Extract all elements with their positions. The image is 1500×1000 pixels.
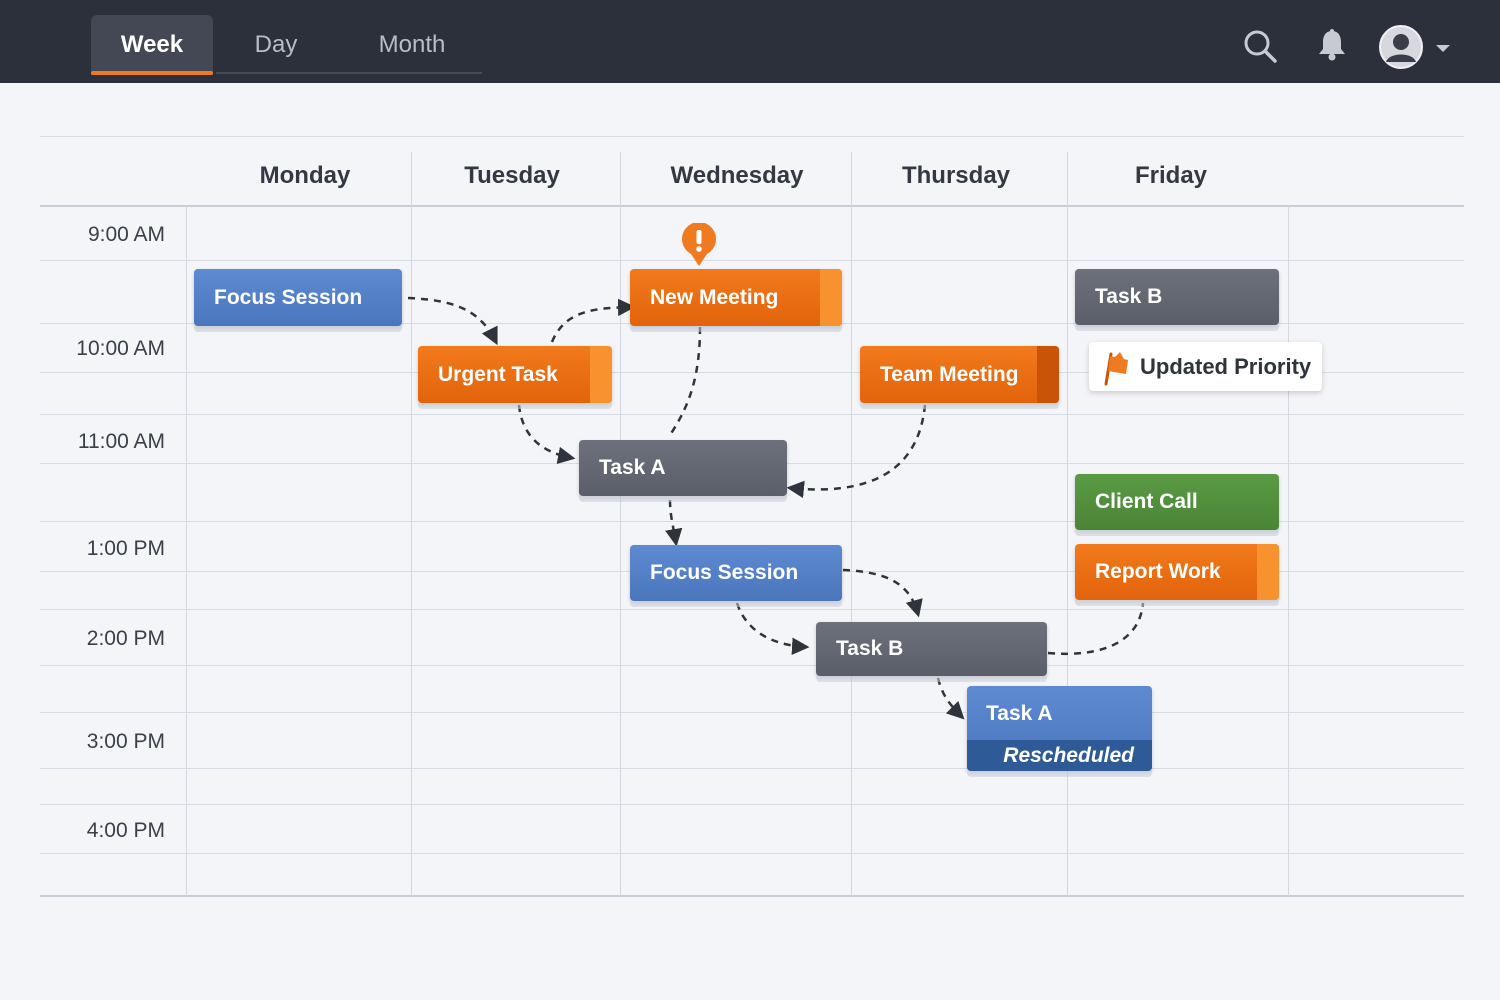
grid-column-line xyxy=(851,152,852,896)
event-label: Report Work xyxy=(1095,560,1221,583)
event-new-meeting[interactable]: New Meeting xyxy=(630,269,842,326)
grid-line xyxy=(40,712,1464,713)
bell-icon[interactable] xyxy=(1316,28,1348,67)
event-label: Team Meeting xyxy=(880,362,1019,386)
grid-line xyxy=(40,804,1464,805)
tab-week[interactable]: Week xyxy=(91,15,213,75)
flag-icon xyxy=(1102,350,1134,392)
event-task-a-rescheduled[interactable]: Task A Rescheduled xyxy=(967,686,1152,771)
time-label: 2:00 PM xyxy=(86,627,165,650)
grid-column-line xyxy=(620,152,621,896)
event-label: Client Call xyxy=(1095,490,1198,513)
grid-line xyxy=(40,895,1464,897)
event-team-meeting[interactable]: Team Meeting xyxy=(860,346,1059,403)
event-label: Task A xyxy=(986,702,1053,725)
tab-month[interactable]: Month xyxy=(352,15,472,75)
event-stripe xyxy=(590,346,612,403)
time-label: 9:00 AM xyxy=(87,223,165,246)
grid-column-line xyxy=(1288,206,1289,896)
event-label: New Meeting xyxy=(650,285,779,309)
time-label: 10:00 AM xyxy=(76,337,165,360)
event-report-work[interactable]: Report Work xyxy=(1075,544,1279,600)
grid-line xyxy=(40,665,1464,666)
grid-column-line xyxy=(186,206,187,896)
event-status: Rescheduled xyxy=(967,740,1152,771)
tab-day[interactable]: Day xyxy=(228,15,324,75)
event-client-call[interactable]: Client Call xyxy=(1075,474,1279,530)
grid-line xyxy=(40,609,1464,610)
event-label: Task B xyxy=(836,637,904,660)
grid-line xyxy=(40,768,1464,769)
day-header-monday: Monday xyxy=(259,162,351,189)
priority-tag-label: Updated Priority xyxy=(1140,354,1312,379)
event-task-a-wednesday[interactable]: Task A xyxy=(579,440,787,496)
day-header-friday: Friday xyxy=(1134,162,1208,189)
time-label: 11:00 AM xyxy=(77,430,165,453)
time-label: 3:00 PM xyxy=(86,730,165,753)
event-label: Urgent Task xyxy=(438,362,558,386)
grid-line xyxy=(40,414,1464,415)
event-task-b-thursday[interactable]: Task B xyxy=(816,622,1047,676)
event-task-b-friday[interactable]: Task B xyxy=(1075,269,1279,325)
avatar-icon[interactable] xyxy=(1378,24,1424,75)
event-label: Task B xyxy=(1095,285,1163,308)
time-label: 4:00 PM xyxy=(86,819,165,842)
grid-line xyxy=(40,853,1464,854)
grid-line xyxy=(40,205,1464,207)
event-stripe xyxy=(1037,346,1059,403)
event-stripe xyxy=(820,269,842,326)
event-stripe xyxy=(1257,544,1279,600)
event-focus-session-monday[interactable]: Focus Session xyxy=(194,269,402,326)
search-icon[interactable] xyxy=(1242,28,1278,69)
day-header-tuesday: Tuesday xyxy=(464,162,560,189)
time-label: 1:00 PM xyxy=(86,537,165,560)
top-bar: Week Day Month xyxy=(0,0,1500,83)
chevron-down-icon[interactable] xyxy=(1435,41,1451,59)
updated-priority-tag[interactable]: Updated Priority xyxy=(1089,342,1322,391)
grid-line xyxy=(40,260,1464,261)
event-label: Focus Session xyxy=(214,285,363,309)
event-urgent-task[interactable]: Urgent Task xyxy=(418,346,612,403)
alert-icon[interactable] xyxy=(681,222,717,272)
event-focus-session-wednesday[interactable]: Focus Session xyxy=(630,545,842,601)
day-header-thursday: Thursday xyxy=(901,162,1011,189)
grid-column-line xyxy=(1067,152,1068,896)
event-label: Task A xyxy=(599,456,666,479)
grid-line xyxy=(40,136,1464,137)
day-header-wednesday: Wednesday xyxy=(670,162,804,189)
grid-column-line xyxy=(411,152,412,896)
event-label: Focus Session xyxy=(650,561,799,584)
